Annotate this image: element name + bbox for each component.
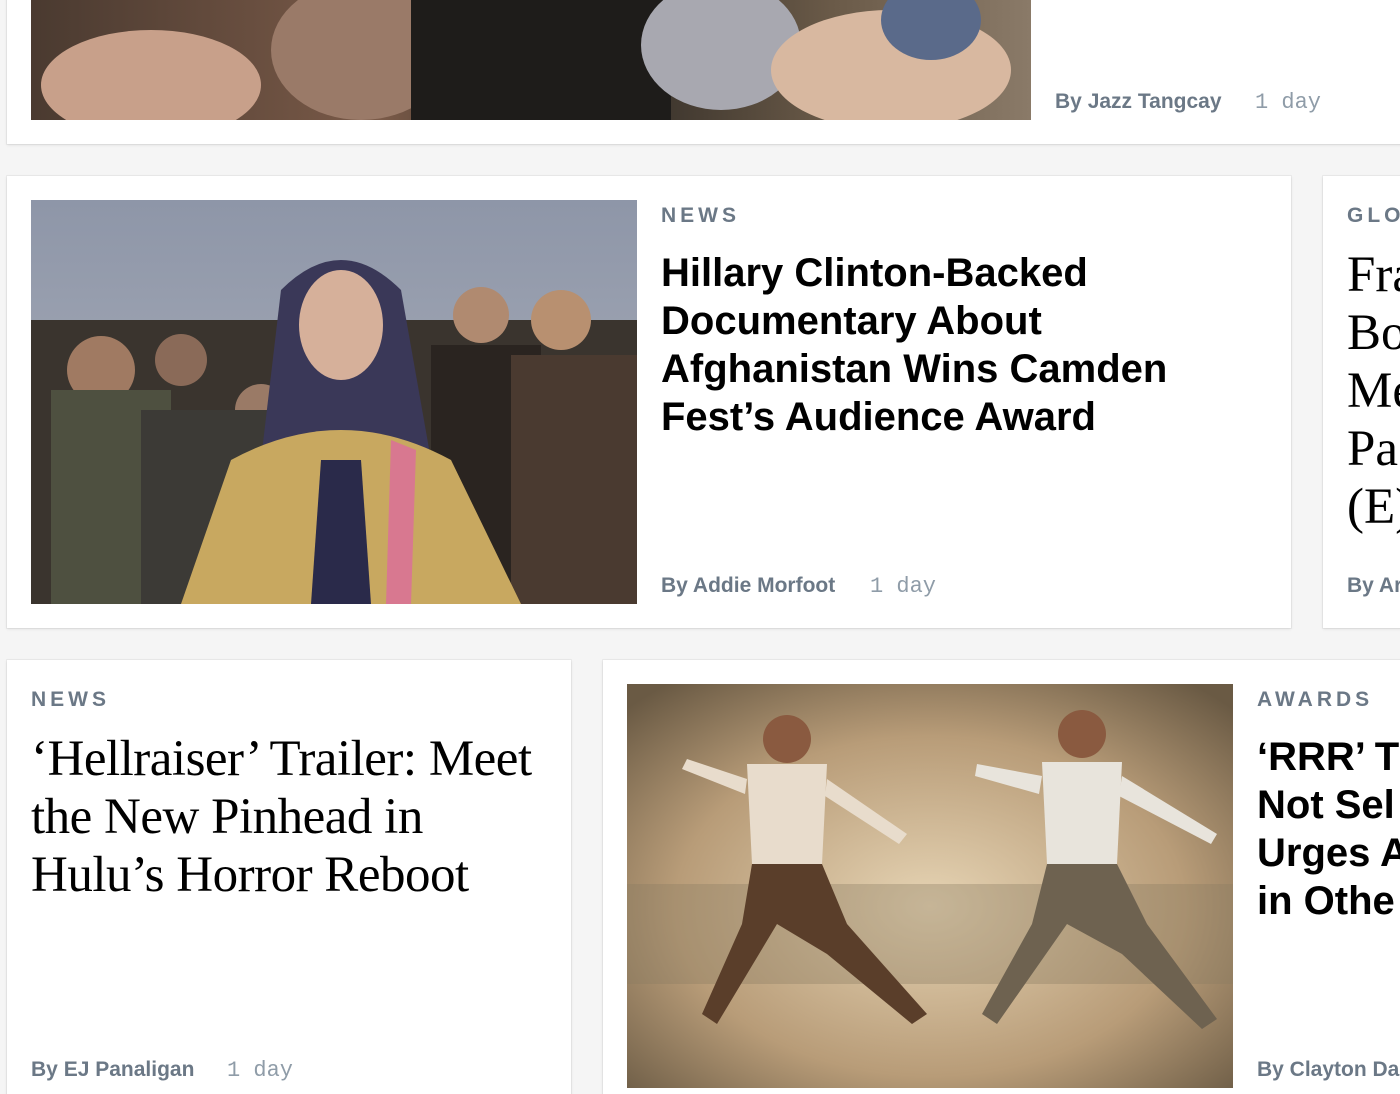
article-card-top[interactable]: By Jazz Tangcay 1 day <box>7 0 1400 144</box>
category-label[interactable]: NEWS <box>31 688 110 712</box>
category-label[interactable]: AWARDS <box>1257 688 1373 712</box>
article-headline[interactable]: ‘Hellraiser’ Trailer: Meet the New Pinhe… <box>31 730 561 904</box>
timestamp: 1 day <box>227 1058 294 1083</box>
article-thumbnail-afghanistan[interactable] <box>31 200 637 604</box>
category-label[interactable]: NEWS <box>661 204 740 228</box>
headline-line: (E) <box>1347 479 1400 535</box>
category-label[interactable]: GLO <box>1347 204 1400 228</box>
article-headline-partial[interactable]: Fra Bo Me Pa (E) <box>1347 246 1400 536</box>
headline-line: Fra <box>1347 247 1400 303</box>
byline-partial[interactable]: By Ar <box>1347 574 1400 598</box>
article-thumbnail-rrr[interactable] <box>627 684 1233 1088</box>
news-feed-page: By Jazz Tangcay 1 day NEWS Hillary Clint… <box>0 0 1400 1094</box>
author-link[interactable]: Addie Morfoot <box>693 574 835 597</box>
headline-line: Urges A <box>1257 831 1400 875</box>
article-headline-partial[interactable]: ‘RRR’ T Not Sel Urges A in Othe <box>1257 733 1400 925</box>
photo-crowd-seated-image <box>31 0 1031 120</box>
byline-top[interactable]: By Jazz Tangcay <box>1055 90 1222 114</box>
byline[interactable]: By EJ Panaligan <box>31 1058 194 1082</box>
article-headline[interactable]: Hillary Clinton-Backed Documentary About… <box>661 249 1221 441</box>
article-card-rrr[interactable]: AWARDS ‘RRR’ T Not Sel Urges A in Othe B… <box>603 660 1400 1094</box>
headline-line: Bo <box>1347 305 1400 361</box>
byline-prefix: By <box>661 574 688 597</box>
headline-line: Not Sel <box>1257 783 1395 827</box>
timestamp-top: 1 day <box>1255 90 1322 115</box>
headline-line: ‘RRR’ T <box>1257 735 1400 779</box>
byline-prefix: By <box>31 1058 58 1081</box>
byline-partial[interactable]: By Clayton Da <box>1257 1058 1399 1082</box>
photo-two-dancers-image <box>627 684 1233 1088</box>
article-card-hellraiser[interactable]: NEWS ‘Hellraiser’ Trailer: Meet the New … <box>7 660 571 1094</box>
byline[interactable]: By Addie Morfoot <box>661 574 835 598</box>
headline-line: Pa <box>1347 421 1398 477</box>
article-thumbnail-top[interactable] <box>31 0 1031 120</box>
timestamp: 1 day <box>870 574 937 599</box>
headline-line: in Othe <box>1257 879 1395 923</box>
author-link[interactable]: EJ Panaligan <box>64 1058 195 1081</box>
headline-line: Me <box>1347 363 1400 419</box>
byline-prefix: By <box>1055 90 1082 113</box>
article-card-afghanistan-documentary[interactable]: NEWS Hillary Clinton-Backed Documentary … <box>7 176 1291 628</box>
article-card-global-partial[interactable]: GLO Fra Bo Me Pa (E) By Ar <box>1323 176 1400 628</box>
author-link[interactable]: Jazz Tangcay <box>1088 90 1222 113</box>
photo-woman-headscarf-crowd-image <box>31 200 637 604</box>
